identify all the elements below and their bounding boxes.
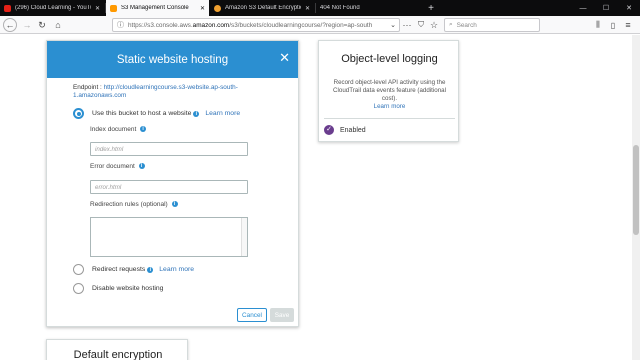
close-icon[interactable]: ✕ [95, 5, 100, 12]
tab-bar: (296) Cloud Learning - YouTub ✕ S3 Manag… [0, 0, 640, 16]
tab-label: (296) Cloud Learning - YouTub [15, 5, 91, 11]
radio-host-website[interactable] [73, 108, 84, 119]
status-row: ✓ Enabled [324, 125, 366, 135]
search-input[interactable]: ⌕ Search [444, 18, 540, 32]
menu-icon[interactable]: ≡ [621, 18, 635, 32]
info-icon[interactable]: i [193, 110, 200, 117]
close-icon[interactable]: ✕ [279, 51, 290, 65]
learn-more-link[interactable]: Learn more [159, 266, 194, 273]
tab-youtube[interactable]: (296) Cloud Learning - YouTub ✕ [0, 0, 104, 16]
label-text: Redirection rules (optional) [90, 201, 168, 208]
index-document-label: Index document i [90, 126, 147, 133]
scrollbar-thumb[interactable] [633, 145, 639, 235]
card-title: Object-level logging [341, 53, 438, 65]
bookmark-star-icon[interactable]: ☆ [427, 18, 441, 32]
close-window-icon[interactable]: ✕ [618, 0, 640, 16]
static-website-hosting-dialog: Static website hosting ✕ Endpoint : http… [46, 40, 299, 327]
endpoint-label: Endpoint : [73, 84, 102, 91]
close-icon[interactable]: ✕ [305, 5, 310, 12]
endpoint-info: Endpoint : http://cloudlearningcourse.s3… [73, 84, 263, 100]
tab-s3-console[interactable]: S3 Management Console ✕ [106, 0, 209, 16]
address-bar[interactable]: ⓘ https://s3.console.aws. amazon.com/s3/b… [112, 18, 400, 32]
cancel-button[interactable]: Cancel [237, 308, 267, 322]
option-label: Disable website hosting [92, 285, 164, 292]
tab-label: Amazon S3 Default Encryption [225, 5, 301, 11]
aws-docs-icon [214, 4, 221, 12]
url-path: /s3/buckets/cloudlearningcourse/?region=… [229, 21, 373, 29]
url-prefix: https://s3.console.aws. [128, 21, 193, 29]
home-button[interactable]: ⌂ [51, 18, 65, 32]
close-icon[interactable]: ✕ [200, 5, 205, 12]
info-icon[interactable]: i [147, 266, 154, 273]
tab-s3-encryption[interactable]: Amazon S3 Default Encryption ✕ [210, 0, 314, 16]
new-tab-button[interactable]: + [424, 0, 438, 16]
save-button[interactable]: Save [270, 308, 294, 322]
check-icon: ✓ [324, 125, 334, 135]
page-scrollbar[interactable] [632, 35, 640, 360]
redirection-rules-textarea[interactable] [90, 217, 248, 257]
info-icon[interactable]: ⓘ [117, 20, 124, 30]
url-domain: amazon.com [192, 21, 230, 29]
tab-404[interactable]: 404 Not Found [316, 0, 422, 16]
redirection-rules-label: Redirection rules (optional) i [90, 201, 178, 208]
dialog-title: Static website hosting [116, 53, 229, 66]
dialog-header: Static website hosting ✕ [47, 41, 298, 78]
option-label: Use this bucket to host a website [92, 110, 192, 117]
radio-redirect-requests[interactable] [73, 264, 84, 275]
reload-button[interactable]: ↻ [35, 18, 49, 32]
index-document-input[interactable]: index.html [90, 142, 248, 156]
dropdown-arrow-icon[interactable]: ⌄ [386, 18, 400, 32]
placeholder: index.html [95, 145, 124, 153]
divider [324, 118, 455, 119]
learn-more-link[interactable]: Learn more [319, 103, 460, 110]
navigation-bar: ← → ↻ ⌂ ⓘ https://s3.console.aws. amazon.… [0, 16, 640, 34]
placeholder: error.html [95, 183, 122, 191]
radio-disable-hosting[interactable] [73, 283, 84, 294]
library-icon[interactable]: ⫼ [591, 18, 605, 32]
info-icon[interactable]: i [140, 126, 147, 133]
info-icon[interactable]: i [171, 201, 178, 208]
card-title: Default encryption [73, 349, 163, 360]
info-icon[interactable]: i [138, 163, 145, 170]
search-icon: ⌕ [449, 21, 453, 28]
error-document-label: Error document i [90, 163, 145, 170]
back-button[interactable]: ← [3, 18, 17, 32]
maximize-icon[interactable]: ☐ [595, 0, 617, 16]
error-document-input[interactable]: error.html [90, 180, 248, 194]
option-host-website[interactable]: Use this bucket to host a website i Lear… [73, 108, 240, 119]
option-disable-hosting[interactable]: Disable website hosting [73, 283, 163, 294]
minimize-icon[interactable]: — [572, 0, 594, 16]
option-label: Redirect requests [92, 266, 146, 273]
learn-more-link[interactable]: Learn more [205, 110, 240, 117]
sidebar-icon[interactable]: ▯ [606, 18, 620, 32]
textarea-scrollbar[interactable] [241, 218, 247, 256]
label-text: Error document [90, 163, 135, 170]
pocket-icon[interactable]: ⛉ [414, 18, 428, 32]
card-description: Record object-level API activity using t… [333, 79, 446, 102]
tab-label: S3 Management Console [121, 5, 189, 11]
youtube-icon [4, 4, 11, 12]
tab-label: 404 Not Found [320, 5, 360, 11]
option-redirect-requests[interactable]: Redirect requests i Learn more [73, 264, 194, 275]
aws-icon [110, 4, 117, 12]
search-placeholder: Search [456, 21, 477, 29]
status-text: Enabled [340, 126, 366, 134]
label-text: Index document [90, 126, 137, 133]
default-encryption-card[interactable]: Default encryption [46, 339, 188, 360]
forward-button[interactable]: → [20, 18, 34, 32]
object-level-logging-card[interactable]: Object-level logging Record object-level… [318, 40, 459, 142]
page-actions-icon[interactable]: ··· [400, 18, 414, 32]
